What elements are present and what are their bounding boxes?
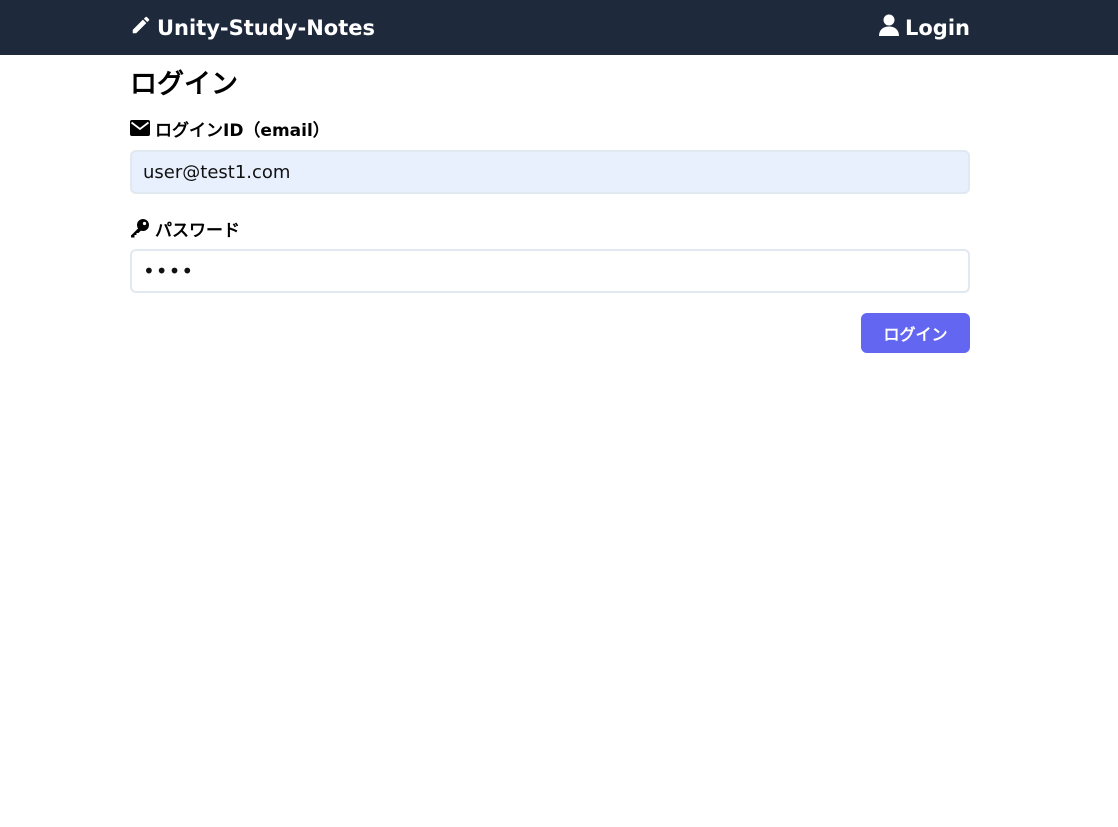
password-label: パスワード [130, 218, 240, 244]
password-field[interactable] [130, 249, 970, 293]
user-icon [879, 14, 905, 41]
email-field[interactable] [130, 150, 970, 194]
password-label-text: パスワード [155, 221, 240, 241]
email-label: ログインID（email） [130, 120, 330, 142]
navbar-inner: Unity-Study-Notes Login [130, 0, 970, 55]
pencil-icon [130, 14, 157, 41]
brand-label: Unity-Study-Notes [157, 15, 375, 40]
email-label-text: ログインID（email） [155, 121, 330, 141]
key-icon [130, 218, 155, 244]
brand-link[interactable]: Unity-Study-Notes [130, 14, 375, 41]
login-link[interactable]: Login [879, 14, 970, 41]
envelope-icon [130, 120, 155, 142]
login-button[interactable]: ログイン [861, 313, 970, 353]
page-title: ログイン [130, 69, 238, 100]
navbar: Unity-Study-Notes Login [0, 0, 1118, 55]
login-link-label: Login [905, 15, 970, 40]
